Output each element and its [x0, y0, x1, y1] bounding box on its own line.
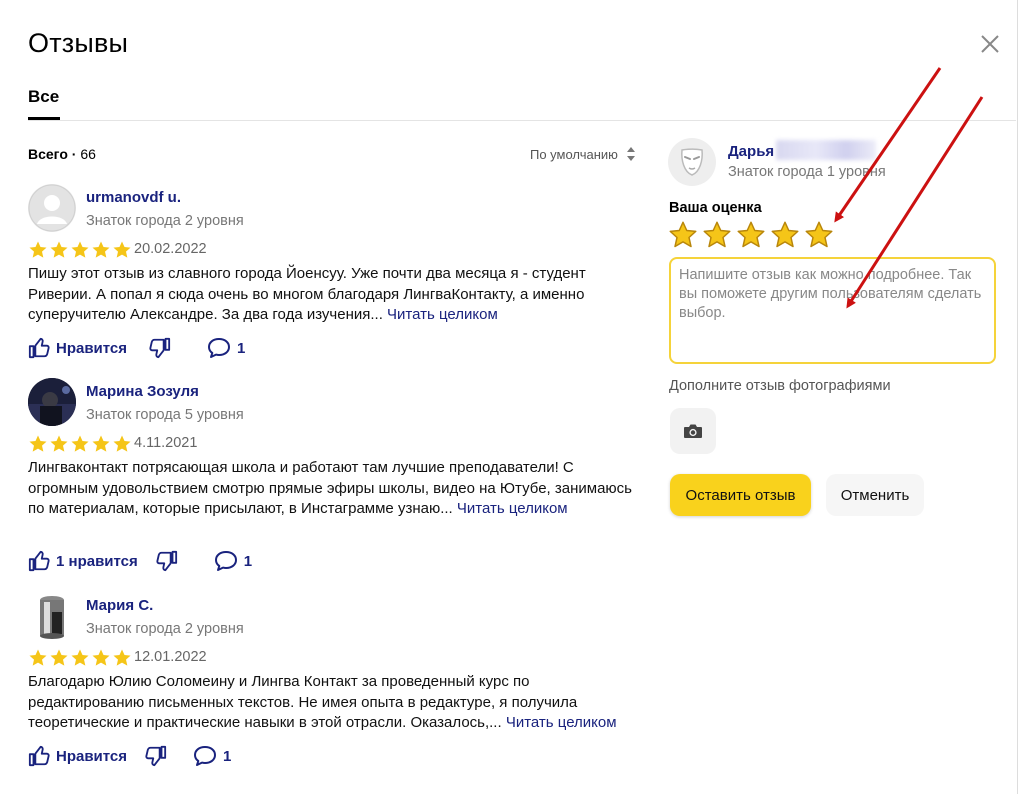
- review-author[interactable]: urmanovdf u.: [86, 189, 181, 206]
- star-icon: [50, 435, 68, 452]
- star-icon: [29, 435, 47, 452]
- thumbs-down-icon: [156, 550, 177, 572]
- dislike-button[interactable]: [145, 745, 167, 767]
- mask-avatar-icon: [681, 148, 703, 176]
- review-author-level: Знаток города 2 уровня: [86, 621, 244, 637]
- camera-icon: [684, 424, 702, 438]
- comment-icon: [208, 338, 231, 358]
- like-button[interactable]: Нравится: [28, 337, 127, 359]
- blurred-surname: [776, 140, 876, 160]
- star-icon: [71, 241, 89, 258]
- star-icon: [50, 649, 68, 666]
- comments-button[interactable]: 1: [214, 550, 252, 572]
- review-author-level: Знаток города 2 уровня: [86, 213, 244, 229]
- close-icon[interactable]: [978, 32, 1002, 56]
- tab-all[interactable]: Все: [28, 87, 59, 107]
- total-count: Всего · 66: [28, 146, 96, 162]
- comment-icon: [214, 551, 237, 571]
- review-text: Лингваконтакт потрясающая школа и работа…: [28, 459, 632, 517]
- review-author-level: Знаток города 5 уровня: [86, 407, 244, 423]
- thumbs-up-icon: [28, 550, 50, 572]
- review-stars: [28, 434, 132, 454]
- star-icon: [92, 241, 110, 258]
- review-author[interactable]: Мария С.: [86, 597, 153, 614]
- review-date: 12.01.2022: [134, 649, 207, 665]
- star-icon: [50, 241, 68, 258]
- thumbs-up-icon: [28, 745, 50, 767]
- avatar[interactable]: [28, 184, 76, 232]
- star-icon: [71, 435, 89, 452]
- review-actions: Нравится 1: [28, 337, 245, 359]
- sort-dropdown[interactable]: По умолчанию: [530, 146, 636, 162]
- star-icon: [29, 241, 47, 258]
- star-icon: [92, 435, 110, 452]
- rating-label: Ваша оценка: [669, 200, 762, 216]
- sort-arrows-icon: [626, 147, 635, 161]
- page-title: Отзывы: [28, 28, 129, 58]
- review-text: Благодарю Юлию Соломеину и Лингва Контак…: [28, 673, 617, 731]
- rating-star-5[interactable]: [804, 220, 834, 250]
- thumbs-down-icon: [145, 745, 167, 767]
- dislike-button[interactable]: [156, 550, 178, 572]
- like-button[interactable]: Нравится: [28, 745, 127, 767]
- review-actions: 1 нравится 1: [28, 550, 252, 572]
- review-stars: [28, 648, 132, 668]
- rating-star-4[interactable]: [770, 220, 800, 250]
- review-actions: Нравится 1: [28, 745, 231, 767]
- review-textarea[interactable]: [669, 257, 996, 364]
- cancel-button[interactable]: Отменить: [826, 474, 924, 516]
- review-author[interactable]: Марина Зозуля: [86, 383, 199, 400]
- rating-star-1[interactable]: [668, 220, 698, 250]
- comments-button[interactable]: 1: [207, 337, 245, 359]
- star-icon: [29, 649, 47, 666]
- read-more-link[interactable]: Читать целиком: [506, 714, 617, 731]
- rating-star-3[interactable]: [736, 220, 766, 250]
- dislike-button[interactable]: [149, 337, 171, 359]
- submit-review-button[interactable]: Оставить отзыв: [670, 474, 811, 516]
- read-more-link[interactable]: Читать целиком: [457, 500, 568, 517]
- review-date: 4.11.2021: [134, 435, 198, 451]
- my-level: Знаток города 1 уровня: [728, 164, 886, 180]
- sort-label: По умолчанию: [530, 146, 618, 162]
- star-icon: [113, 241, 131, 258]
- thumbs-up-icon: [28, 337, 50, 359]
- like-button[interactable]: 1 нравится: [28, 550, 138, 572]
- star-icon: [71, 649, 89, 666]
- star-icon: [92, 649, 110, 666]
- thumbs-down-icon: [149, 337, 171, 359]
- star-icon: [113, 649, 131, 666]
- photo-label: Дополните отзыв фотографиями: [669, 378, 891, 394]
- reviews-modal: Отзывы Все Всего · 66 По умолчанию urman…: [0, 0, 1018, 794]
- divider: [28, 120, 1016, 121]
- review-stars: [28, 240, 132, 260]
- read-more-link[interactable]: Читать целиком: [387, 306, 498, 323]
- rating-star-2[interactable]: [702, 220, 732, 250]
- avatar[interactable]: [28, 378, 76, 426]
- review-date: 20.02.2022: [134, 241, 207, 257]
- my-name: Дарья: [728, 143, 775, 160]
- avatar[interactable]: [28, 592, 76, 640]
- avatar: [668, 138, 716, 186]
- comments-button[interactable]: 1: [193, 745, 231, 767]
- add-photo-button[interactable]: [670, 408, 716, 454]
- comment-icon: [194, 746, 217, 766]
- review-text: Пишу этот отзыв из славного города Йоенс…: [28, 265, 586, 323]
- rating-stars-input[interactable]: [668, 220, 834, 250]
- star-icon: [113, 435, 131, 452]
